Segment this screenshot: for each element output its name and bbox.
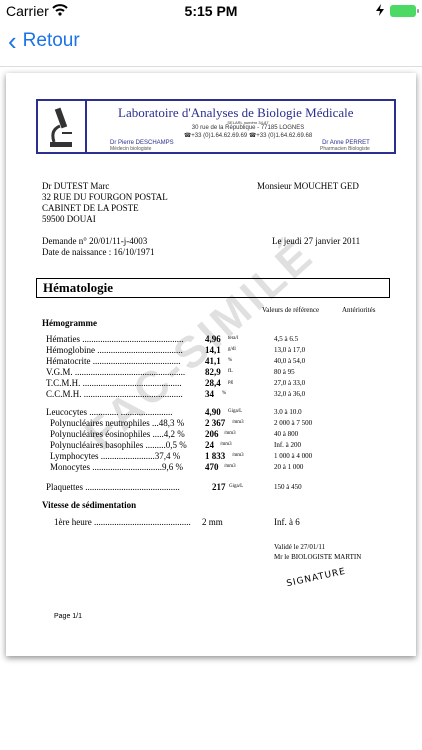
row-ref: 80 à 95: [274, 368, 295, 376]
prev-column-header: Antériorités: [342, 306, 376, 314]
header-divider: [85, 101, 87, 152]
row-value: 34: [205, 389, 214, 399]
doctor-1-role: Médecin biologiste: [110, 146, 152, 152]
recipient: Monsieur MOUCHET GED: [257, 181, 359, 191]
doctor-1: Dr Pierre DESCHAMPS Médecin biologiste: [110, 140, 174, 152]
row-unit: /mm3: [220, 442, 232, 447]
lab-address: 30 rue de la République - 77185 LOGNES: [191, 125, 305, 131]
vs-ref: Inf. à 6: [274, 517, 300, 527]
back-label: Retour: [22, 30, 80, 51]
subsection-vs: Vitesse de sédimentation: [42, 500, 137, 510]
row-value: 2 367: [205, 418, 226, 428]
row-unit: /mm3: [224, 431, 236, 436]
subsection-hemogramme: Hémogramme: [42, 318, 97, 328]
patient-address-3: 59500 DOUAI: [42, 214, 96, 224]
validation-date: Validé le 27/01/11: [274, 543, 326, 551]
back-button[interactable]: ‹ Retour: [8, 25, 80, 56]
row-value: 1 833: [205, 451, 226, 461]
row-unit: /mm3: [232, 420, 244, 425]
row-ref: 3.0 à 10.0: [274, 408, 302, 416]
vs-value: 2 mm: [202, 517, 223, 527]
microscope-icon: [50, 107, 72, 147]
validation-biologist: Mr le BIOLOGISTE MARTIN: [274, 553, 362, 561]
signature: SIGNATURE: [285, 566, 347, 590]
lab-phone: ☎+33 (0)1.64.62.69.69 ☎+33 (0)1.64.62.69…: [183, 133, 313, 139]
row-label: Plaquettes .............................…: [46, 482, 180, 492]
row-ref: Inf. à 200: [274, 441, 302, 449]
row-unit: pg: [228, 380, 233, 385]
row-ref: 20 à 1 000: [274, 463, 304, 471]
lab-title: Laboratoire d'Analyses de Biologie Médic…: [118, 105, 354, 120]
battery-icon: [390, 5, 419, 17]
page-number: Page 1/1: [54, 613, 83, 620]
vs-label: 1ère heure .............................…: [54, 517, 191, 527]
row-unit: fL: [228, 369, 233, 374]
row-ref: 2 000 à 7 500: [274, 419, 313, 427]
doctor-2-role: Pharmacien Biologiste: [320, 146, 370, 152]
row-value: 217: [212, 482, 226, 492]
row-value: 24: [205, 440, 214, 450]
row-ref: 4,5 à 6.5: [274, 335, 299, 343]
row-ref: 40 à 800: [274, 430, 299, 438]
row-ref: 27,0 à 33,0: [274, 379, 306, 387]
row-ref: 40,0 à 54,0: [274, 357, 306, 365]
patient-address-1: 32 RUE DU FOURGON POSTAL: [42, 192, 168, 202]
navigation-bar: ‹ Retour: [0, 22, 422, 67]
row-unit: %: [228, 358, 233, 363]
section-title: Hématologie: [36, 278, 390, 298]
status-bar: Carrier 5:15 PM: [0, 0, 422, 22]
row-ref: 32,0 à 36,0: [274, 390, 306, 398]
patient-address-2: CABINET DE LA POSTE: [42, 203, 139, 213]
row-value: 4,90: [205, 407, 221, 417]
row-unit: Giga/L: [228, 409, 243, 414]
birth-date: Date de naissance : 16/10/1971: [42, 247, 155, 257]
row-value: 28,4: [205, 378, 221, 388]
lab-report-document[interactable]: Laboratoire d'Analyses de Biologie Médic…: [6, 73, 416, 656]
row-label: Hématies ...............................…: [46, 334, 184, 344]
row-ref: 13,0 à 17,0: [274, 346, 306, 354]
row-ref: 150 à 450: [274, 483, 302, 491]
lab-header: Laboratoire d'Analyses de Biologie Médic…: [36, 99, 396, 154]
row-unit: Giga/L: [229, 484, 244, 489]
patient-name: Dr DUTEST Marc: [42, 181, 110, 191]
charging-icon: [376, 3, 384, 19]
doctor-2: Dr Anne PERRET Pharmacien Biologiste: [320, 140, 370, 152]
row-unit: /mm3: [224, 464, 236, 469]
clock: 5:15 PM: [184, 3, 238, 19]
row-value: 470: [205, 462, 219, 472]
row-unit: /mm3: [232, 453, 244, 458]
row-label: Monocytes ..............................…: [50, 462, 183, 472]
request-number: Demande n° 20/01/11-j-4003: [42, 236, 148, 246]
chevron-left-icon: ‹: [8, 25, 17, 56]
row-ref: 1 000 à 4 000: [274, 452, 313, 460]
row-value: 206: [205, 429, 219, 439]
row-unit: %: [222, 391, 227, 396]
